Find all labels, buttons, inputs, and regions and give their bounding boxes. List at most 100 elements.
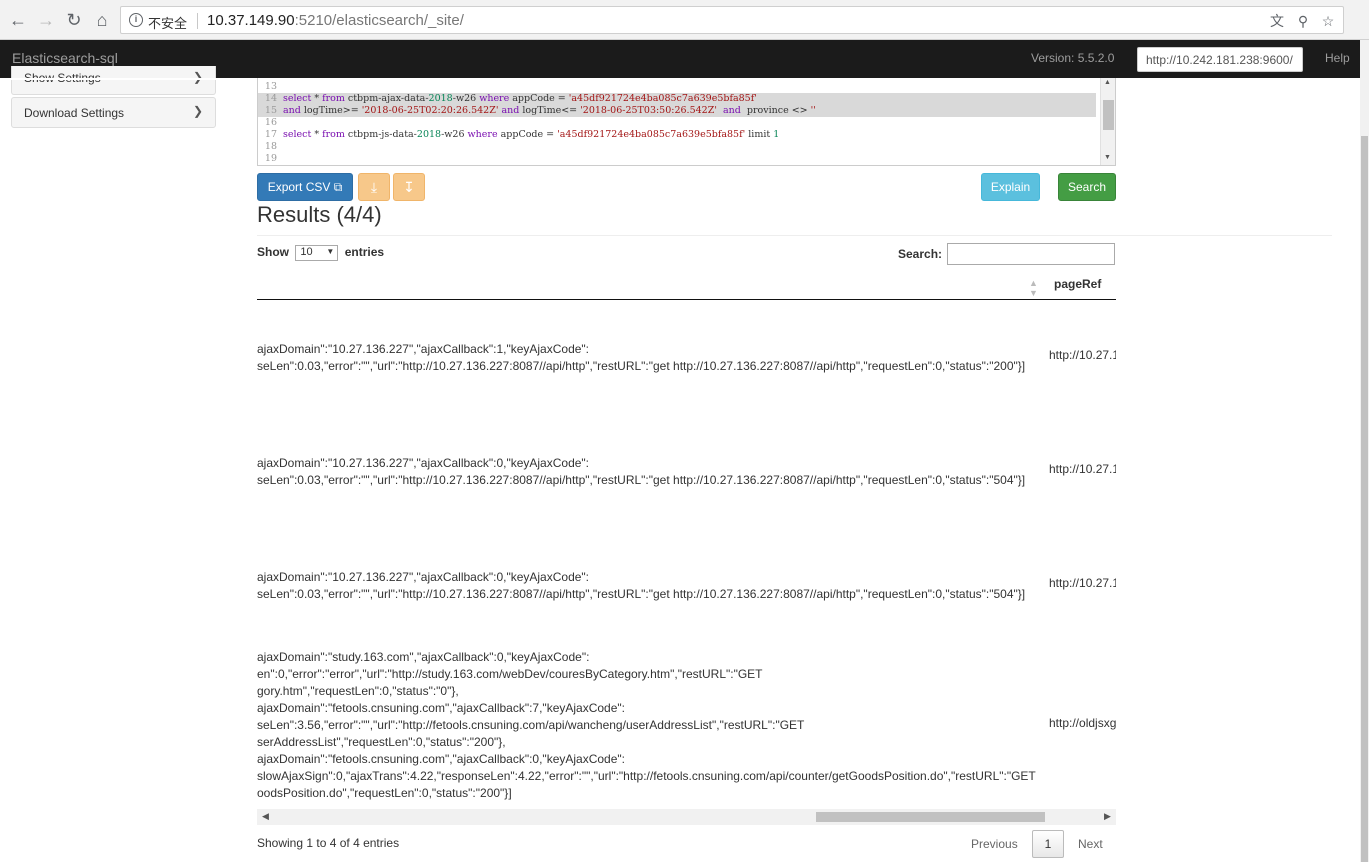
code-line[interactable]: 16: [258, 117, 1096, 129]
table-horizontal-scrollbar[interactable]: ◀ ▶: [257, 809, 1116, 825]
code-token: 1: [773, 129, 780, 140]
code-token: and: [283, 105, 301, 116]
code-line[interactable]: 15 and logTime>= '2018-06-25T02:20:26.542…: [258, 105, 1096, 117]
chevron-down-icon: ❯: [192, 104, 203, 118]
scroll-left-icon[interactable]: ◀: [262, 811, 269, 822]
cell-text-line: seLen":3.56,"error":"","url":"http://fet…: [257, 718, 805, 732]
security-label[interactable]: 不安全: [148, 13, 187, 32]
page-length-control: Show 10 ▼ entries: [257, 245, 384, 261]
show-settings-panel[interactable]: Show Settings ❯: [11, 66, 216, 95]
download-settings-label: Download Settings: [24, 106, 125, 120]
app-brand[interactable]: Elasticsearch-sql: [12, 50, 118, 66]
code-token: from: [322, 93, 345, 104]
code-line[interactable]: 19: [258, 153, 1096, 165]
help-link[interactable]: Help: [1325, 51, 1350, 65]
version-label: Version: 5.5.2.0: [1031, 51, 1115, 65]
table-search-label: Search:: [898, 247, 943, 261]
search-button[interactable]: Search: [1058, 173, 1116, 201]
table-info: Showing 1 to 4 of 4 entries: [257, 836, 400, 850]
next-page-button[interactable]: Next: [1078, 837, 1103, 851]
sort-icon[interactable]: ▲ ▼: [1029, 278, 1038, 298]
code-line[interactable]: 18: [258, 141, 1096, 153]
export-csv-button[interactable]: Export CSV ⧉: [257, 173, 353, 201]
download-button[interactable]: ⤓: [358, 173, 390, 201]
back-icon[interactable]: ←: [7, 9, 29, 31]
home-icon[interactable]: ⌂: [91, 9, 113, 31]
line-number: 13: [264, 81, 277, 92]
info-icon[interactable]: i: [129, 13, 143, 27]
line-number: 16: [264, 117, 277, 128]
cell-text-line: ajaxDomain":"fetools.cnsuning.com","ajax…: [257, 701, 625, 715]
cell-text-line: seLen":0.03,"error":"","url":"http://10.…: [257, 359, 1026, 373]
download-settings-panel[interactable]: Download Settings ❯: [11, 97, 216, 128]
code-line[interactable]: 17 select * from ctbpm-js-data-2018-w26 w…: [258, 129, 1096, 141]
code-token: province <>: [740, 105, 811, 116]
reload-icon[interactable]: ↻: [63, 9, 85, 31]
forward-icon[interactable]: →: [35, 9, 57, 31]
code-line[interactable]: 13: [258, 81, 1096, 93]
sidebar-top-cover: [0, 78, 240, 80]
page-scroll-thumb[interactable]: [1361, 136, 1368, 862]
code-token: '2018-06-25T03:50:26.542Z': [580, 105, 717, 116]
code-token: where: [479, 93, 510, 104]
page-scrollbar[interactable]: [1360, 40, 1369, 862]
result-cell: ajaxDomain":"10.27.136.227","ajaxCallbac…: [257, 569, 1025, 603]
code-line[interactable]: 14 select * from ctbpm-ajax-data-2018-w26…: [258, 93, 1096, 105]
editor-scroll-thumb[interactable]: [1103, 100, 1114, 130]
results-title: Results (4/4): [257, 202, 382, 227]
code-token: from: [322, 129, 345, 140]
cell-text-line: ajaxDomain":"10.27.136.227","ajaxCallbac…: [257, 456, 590, 470]
code-token: and: [501, 105, 520, 116]
entries-label: entries: [344, 245, 385, 260]
scroll-down-icon[interactable]: ▼: [1104, 154, 1111, 161]
code-token: 'a45df921724e4ba085c7a639e5bfa85f': [568, 93, 757, 104]
bookmark-star-icon[interactable]: ☆: [1319, 12, 1337, 30]
code-token: select: [283, 129, 312, 140]
download-all-button[interactable]: ↧: [393, 173, 425, 201]
cell-text-line: ajaxDomain":"10.27.136.227","ajaxCallbac…: [257, 342, 590, 356]
cell-text-line: seLen":0.03,"error":"","url":"http://10.…: [257, 473, 1026, 487]
download-icon: ⤓: [370, 179, 378, 195]
scroll-up-icon[interactable]: ▲: [1104, 79, 1111, 86]
address-bar[interactable]: i 不安全 10.37.149.90:5210/elasticsearch/_s…: [120, 6, 1344, 34]
host-url-input[interactable]: [1137, 47, 1303, 72]
scroll-right-icon[interactable]: ▶: [1104, 811, 1111, 822]
code-token: select: [283, 93, 312, 104]
cell-text-line: slowAjaxSign":0,"ajaxTrans":4.22,"respon…: [257, 769, 1036, 783]
pageref-cell: http://10.27.1: [1049, 348, 1116, 362]
line-number: 17: [264, 129, 277, 140]
export-csv-label: Export CSV: [267, 180, 331, 194]
external-link-icon: ⧉: [333, 180, 343, 194]
line-number: 19: [264, 153, 277, 164]
editor-scrollbar[interactable]: ▲ ▼: [1100, 78, 1115, 165]
url-text[interactable]: 10.37.149.90:5210/elasticsearch/_site/: [207, 12, 464, 29]
line-number: 14: [264, 93, 277, 104]
code-token: ctbpm-js-data-: [344, 129, 417, 140]
code-token: and: [722, 105, 741, 116]
code-token: limit: [745, 129, 774, 140]
result-cell: ajaxDomain":"10.27.136.227","ajaxCallbac…: [257, 341, 1025, 375]
results-table: ajaxDomain":"10.27.136.227","ajaxCallbac…: [257, 300, 1116, 808]
results-divider: [257, 235, 1332, 236]
sql-editor[interactable]: 13 14 select * from ctbpm-ajax-data-2018-w…: [257, 78, 1116, 166]
code-token: '': [810, 105, 816, 116]
page-length-select[interactable]: 10 ▼: [295, 245, 339, 261]
table-scroll-thumb[interactable]: [816, 812, 1045, 822]
browser-toolbar: ← → ↻ ⌂ i 不安全 10.37.149.90:5210/elastics…: [0, 0, 1369, 40]
code-token: -w26: [452, 93, 480, 104]
code-token: '2018-06-25T02:20:26.542Z': [361, 105, 499, 116]
cell-text-line: seLen":0.03,"error":"","url":"http://10.…: [257, 587, 1026, 601]
result-cell: ajaxDomain":"10.27.136.227","ajaxCallbac…: [257, 455, 1025, 489]
zoom-icon[interactable]: ⚲: [1294, 12, 1312, 30]
explain-button[interactable]: Explain: [981, 173, 1040, 201]
omnibox-divider: [197, 13, 198, 29]
url-host: 10.37.149.90: [207, 12, 295, 29]
translate-icon[interactable]: 文: [1268, 12, 1286, 30]
download-all-icon: ↧: [403, 179, 415, 195]
current-page-button[interactable]: 1: [1032, 830, 1064, 858]
previous-page-button[interactable]: Previous: [971, 837, 1018, 851]
table-search-input[interactable]: [947, 243, 1115, 265]
cell-text-line: serAddressList","requestLen":0,"status":…: [257, 735, 506, 749]
cell-text-line: gory.htm","requestLen":0,"status":"0"},: [257, 684, 459, 698]
column-header-pageref[interactable]: pageRef: [1054, 277, 1101, 291]
